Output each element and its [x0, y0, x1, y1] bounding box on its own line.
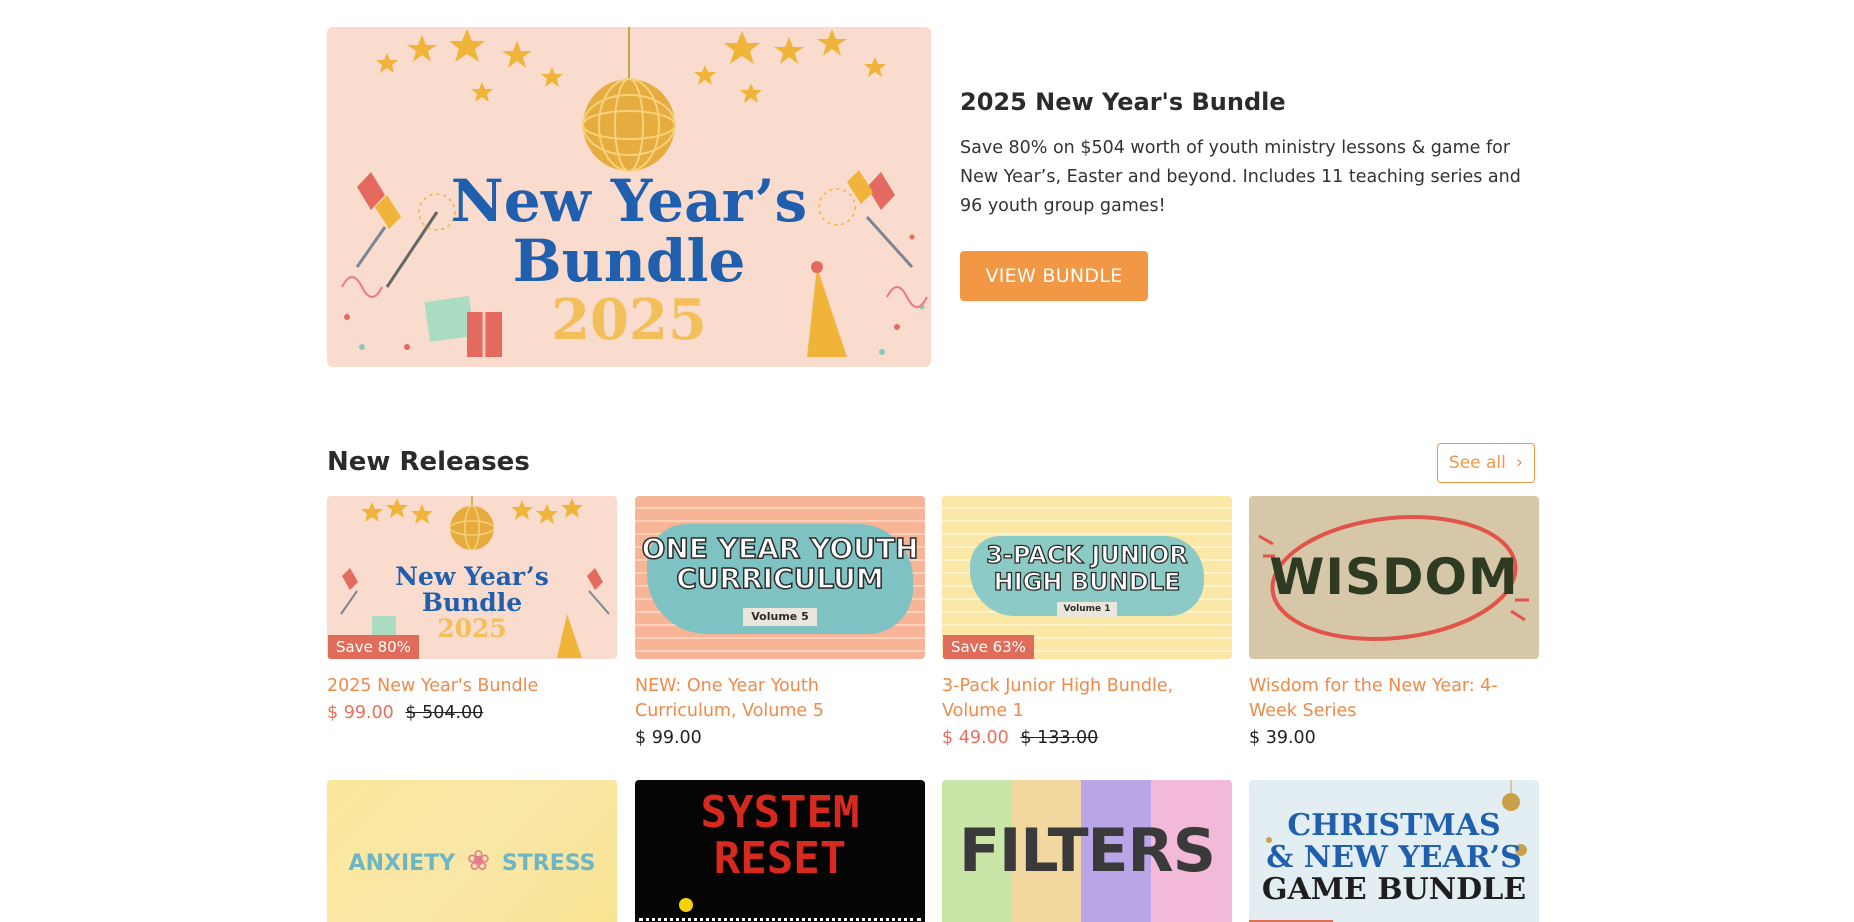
product-price: $ 99.00 $ 504.00 [327, 701, 617, 726]
compare-price: $ 504.00 [405, 703, 484, 723]
sale-price: $ 99.00 [327, 703, 394, 723]
hero-info: 2025 New Year's Bundle Save 80% on $504 … [960, 88, 1540, 221]
art-line: RESET [713, 833, 847, 884]
product-price: $ 99.00 [635, 726, 925, 751]
sale-badge: Save 80% [328, 635, 419, 659]
art-line: SYSTEM [700, 787, 860, 838]
art-line: HIGH BUNDLE [993, 568, 1181, 596]
art-line: FILTERS [959, 816, 1216, 886]
product-card-image[interactable]: ANXIETY ❀ STRESS [327, 780, 617, 922]
art-line: New Year’s [395, 562, 549, 591]
art-line: ANXIETY [348, 851, 456, 876]
regular-price: $ 99.00 [635, 728, 702, 748]
product-card-image[interactable]: FILTERS [942, 780, 1232, 922]
volume-label: Volume 5 [743, 608, 817, 626]
product-price: $ 39.00 [1249, 726, 1539, 751]
dots-decoration [639, 918, 921, 921]
sale-badge: Save 63% [943, 635, 1034, 659]
product-title[interactable]: 2025 New Year's Bundle [327, 674, 617, 699]
compare-price: $ 133.00 [1020, 728, 1099, 748]
art-line: 3-PACK JUNIOR [986, 541, 1189, 569]
hero-banner-image[interactable]: New Year’s Bundle 2025 [327, 27, 931, 367]
scribble-icon: ❀ [466, 844, 491, 877]
product-price: $ 49.00 $ 133.00 [942, 726, 1232, 751]
section-title: New Releases [327, 447, 530, 477]
see-all-label: See all [1448, 453, 1506, 473]
volume-label: Volume 1 [1057, 602, 1117, 617]
product-image[interactable]: ONE YEAR YOUTH CURRICULUM Volume 5 [635, 496, 925, 659]
product-title[interactable]: Wisdom for the New Year: 4-Week Series [1249, 674, 1539, 724]
regular-price: $ 39.00 [1249, 728, 1316, 748]
view-bundle-button[interactable]: VIEW BUNDLE [960, 251, 1148, 301]
art-line: GAME BUNDLE [1261, 872, 1527, 907]
product-card[interactable]: ONE YEAR YOUTH CURRICULUM Volume 5 NEW: … [635, 496, 925, 751]
product-card[interactable]: New Year’s Bundle 2025 Save 80% 2025 New… [327, 496, 617, 726]
art-line: STRESS [501, 851, 596, 876]
product-card-image[interactable]: SYSTEM RESET [635, 780, 925, 922]
product-card[interactable]: WISDOM Wisdom for the New Year: 4-Week S… [1249, 496, 1539, 751]
hero-art-line1: New Year’s [450, 167, 808, 235]
product-image[interactable]: 3-PACK JUNIOR HIGH BUNDLE Volume 1 Save … [942, 496, 1232, 659]
sale-price: $ 49.00 [942, 728, 1009, 748]
hero-heading: 2025 New Year's Bundle [960, 88, 1286, 116]
art-line: ONE YEAR YOUTH [641, 532, 919, 565]
art-line: CURRICULUM [675, 562, 884, 595]
art-line: WISDOM [1269, 548, 1519, 606]
hero-art-line3: 2025 [551, 287, 707, 353]
art-line: CHRISTMAS [1287, 808, 1501, 843]
product-image[interactable]: New Year’s Bundle 2025 Save 80% [327, 496, 617, 659]
hero-art-line2: Bundle [512, 227, 746, 295]
product-card[interactable]: 3-PACK JUNIOR HIGH BUNDLE Volume 1 Save … [942, 496, 1232, 751]
see-all-button[interactable]: See all › [1437, 443, 1535, 483]
page: New Year’s Bundle 2025 2025 New Year's B… [0, 0, 1854, 922]
product-card-image[interactable]: CHRISTMAS & NEW YEAR’S GAME BUNDLE [1249, 780, 1539, 922]
product-title[interactable]: NEW: One Year Youth Curriculum, Volume 5 [635, 674, 925, 724]
art-line: & NEW YEAR’S [1266, 840, 1522, 875]
art-line: Bundle [421, 588, 523, 617]
product-image[interactable]: WISDOM [1249, 496, 1539, 659]
hero-description: Save 80% on $504 worth of youth ministry… [960, 138, 1521, 216]
chevron-right-icon: › [1515, 452, 1524, 473]
pacman-icon [679, 898, 693, 912]
product-title[interactable]: 3-Pack Junior High Bundle, Volume 1 [942, 674, 1232, 724]
